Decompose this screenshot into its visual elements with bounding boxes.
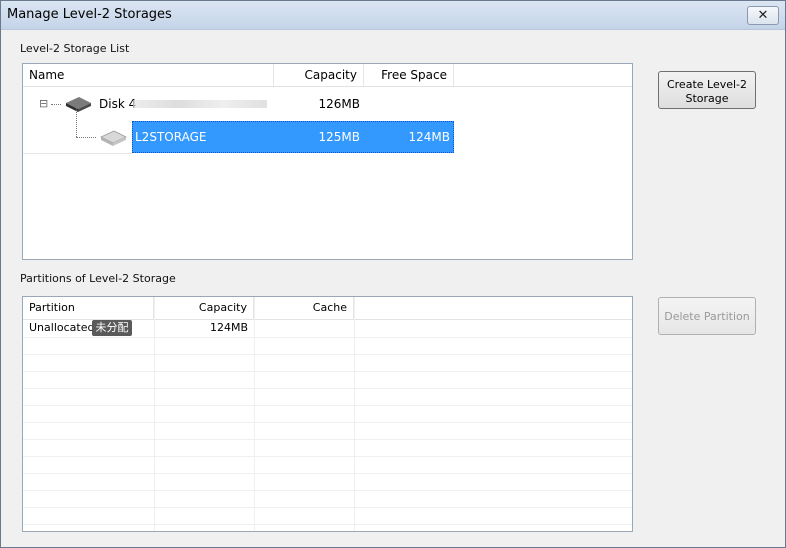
close-button[interactable]: ✕ — [747, 6, 779, 25]
partition-annotation: 未分配 — [92, 320, 132, 336]
partition-row[interactable]: Unallocated 未分配 124MB — [23, 319, 632, 337]
partition-name: Unallocated — [29, 321, 95, 334]
storage-list-view[interactable]: Name Capacity Free Space ⊟ Disk 4 126MB — [22, 63, 633, 260]
partition-cache — [254, 319, 348, 337]
storage-name: L2STORAGE — [135, 130, 207, 144]
partition-capacity: 124MB — [209, 321, 248, 334]
disk-capacity: 126MB — [318, 97, 361, 111]
disk-free-space — [364, 88, 450, 120]
disk-icon — [66, 97, 91, 112]
blurred-disk-info — [133, 100, 267, 108]
storage-capacity: 125MB — [318, 130, 361, 144]
column-capacity[interactable]: Capacity — [274, 64, 364, 86]
collapse-icon[interactable]: ⊟ — [39, 88, 49, 120]
grid-row-line — [23, 473, 632, 474]
grid-row-line — [23, 388, 632, 389]
storage-free-space: 124MB — [408, 130, 451, 144]
column-free-space[interactable]: Free Space — [364, 64, 454, 86]
column-partition[interactable]: Partition — [23, 297, 154, 319]
column-cache[interactable]: Cache — [254, 297, 354, 319]
grid-row-line — [23, 371, 632, 372]
partitions-table[interactable]: Partition Capacity Cache Unallocated 未分配… — [22, 296, 633, 532]
delete-partition-button[interactable]: Delete Partition — [658, 297, 756, 335]
grid-row-line — [23, 490, 632, 491]
tree-connector — [51, 104, 61, 106]
column-capacity[interactable]: Capacity — [154, 297, 254, 319]
storage-row[interactable]: L2STORAGE 125MB 124MB — [23, 107, 632, 153]
partitions-header: Partition Capacity Cache — [23, 297, 632, 320]
storage-list-header: Name Capacity Free Space — [23, 64, 632, 87]
grid-row-line — [23, 524, 632, 525]
storage-icon — [100, 130, 127, 146]
disk-row[interactable]: ⊟ Disk 4 126MB — [23, 88, 632, 120]
grid-row-line — [23, 439, 632, 440]
manage-storages-window: Manage Level-2 Storages ✕ Level-2 Storag… — [0, 0, 786, 548]
grid-row-line — [23, 337, 632, 338]
tree-connector — [76, 137, 96, 139]
row-divider — [23, 153, 132, 154]
partitions-label: Partitions of Level-2 Storage — [20, 272, 176, 285]
create-level2-storage-button[interactable]: Create Level-2 Storage — [658, 71, 756, 109]
grid-row-line — [23, 456, 632, 457]
grid-row-line — [23, 422, 632, 423]
storage-list-label: Level-2 Storage List — [20, 42, 130, 55]
grid-row-line — [23, 354, 632, 355]
grid-row-line — [23, 405, 632, 406]
tree-connector-vertical — [76, 107, 78, 137]
window-title: Manage Level-2 Storages — [7, 7, 172, 22]
grid-row-line — [23, 507, 632, 508]
title-bar: Manage Level-2 Storages ✕ — [1, 1, 785, 30]
column-name[interactable]: Name — [23, 64, 274, 86]
